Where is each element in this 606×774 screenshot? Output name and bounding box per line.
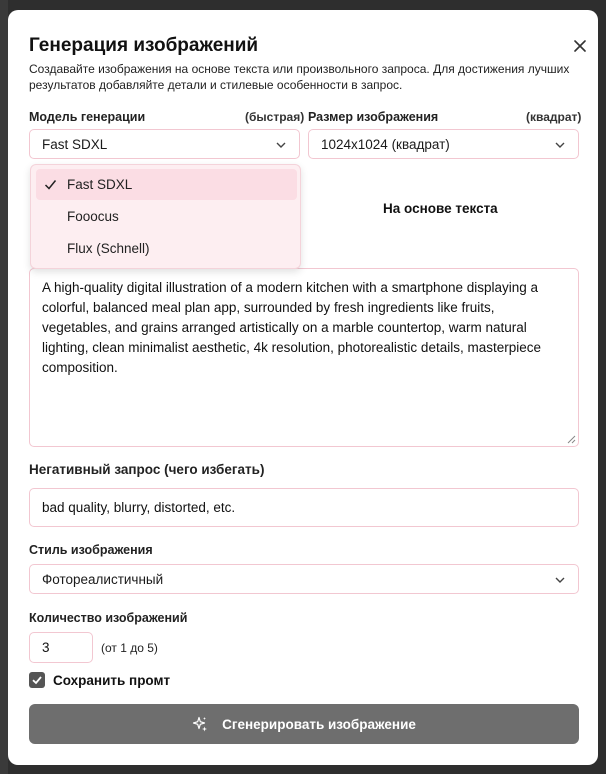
prompt-textarea[interactable]: A high-quality digital illustration of a… xyxy=(29,268,579,447)
style-label: Стиль изображения xyxy=(29,543,153,557)
close-icon xyxy=(574,40,586,52)
count-input[interactable]: 3 xyxy=(29,632,93,663)
model-select-value: Fast SDXL xyxy=(42,136,108,152)
negative-input[interactable]: bad quality, blurry, distorted, etc. xyxy=(29,488,579,527)
model-option-fooocus[interactable]: Fooocus xyxy=(36,201,297,232)
check-icon xyxy=(32,676,42,685)
style-select[interactable]: Фотореалистичный xyxy=(29,564,579,594)
chevron-down-icon xyxy=(555,142,565,148)
image-generation-dialog: Генерация изображений Создавайте изображ… xyxy=(8,10,598,765)
model-option-label: Flux (Schnell) xyxy=(67,241,150,256)
count-input-value: 3 xyxy=(42,640,50,655)
negative-label: Негативный запрос (чего избегать) xyxy=(29,462,265,477)
size-hint: (квадрат) xyxy=(526,110,582,124)
close-button[interactable] xyxy=(570,36,590,56)
dialog-title: Генерация изображений xyxy=(29,35,259,56)
prompt-text: A high-quality digital illustration of a… xyxy=(42,280,541,375)
generate-button[interactable]: Сгенерировать изображение xyxy=(29,704,579,744)
model-option-label: Fooocus xyxy=(67,209,119,224)
sparkle-icon xyxy=(192,716,208,732)
model-option-label: Fast SDXL xyxy=(67,177,133,192)
model-label: Модель генерации xyxy=(29,110,146,124)
count-range-hint: (от 1 до 5) xyxy=(101,641,158,655)
count-label: Количество изображений xyxy=(29,611,188,625)
negative-input-value: bad quality, blurry, distorted, etc. xyxy=(42,500,236,515)
model-option-flux-schnell[interactable]: Flux (Schnell) xyxy=(36,233,297,264)
model-select[interactable]: Fast SDXL xyxy=(29,129,300,159)
size-label: Размер изображения xyxy=(308,110,439,124)
style-select-value: Фотореалистичный xyxy=(42,571,164,587)
resize-grip-icon[interactable] xyxy=(567,435,576,444)
backdrop xyxy=(0,0,8,774)
save-prompt-label: Сохранить промт xyxy=(53,673,171,688)
chevron-down-icon xyxy=(276,142,286,148)
model-hint: (быстрая) xyxy=(245,110,305,124)
model-dropdown-menu: Fast SDXL Fooocus Flux (Schnell) xyxy=(30,164,301,269)
checkmark-icon xyxy=(44,180,57,190)
generate-button-label: Сгенерировать изображение xyxy=(222,716,416,732)
dialog-subtitle: Создавайте изображения на основе текста … xyxy=(29,62,570,92)
tab-text-based[interactable]: На основе текста xyxy=(383,201,498,216)
size-select-value: 1024x1024 (квадрат) xyxy=(321,136,450,152)
model-option-fast-sdxl[interactable]: Fast SDXL xyxy=(36,169,297,200)
size-select[interactable]: 1024x1024 (квадрат) xyxy=(308,129,579,159)
save-prompt-checkbox[interactable] xyxy=(29,672,45,688)
chevron-down-icon xyxy=(555,577,565,583)
